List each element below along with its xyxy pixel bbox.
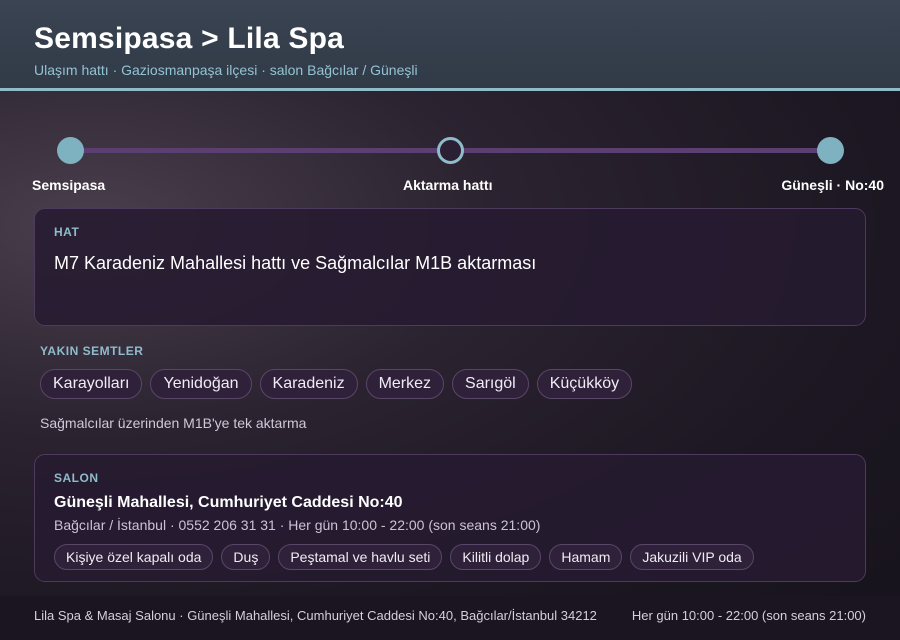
amenity-tag: Duş [221,544,271,570]
hat-kicker: HAT [54,225,80,239]
route-stop-transfer-dot [437,137,464,164]
amenity-list: Kişiye özel kapalı oda Duş Peştamal ve h… [54,544,754,570]
route-stop-start-label: Semsipasa [32,177,106,193]
district-chip[interactable]: Merkez [365,369,445,399]
page-title: Semsipasa > Lila Spa [34,22,344,55]
page-header: Semsipasa > Lila Spa Ulaşım hattı · Gazi… [0,0,900,91]
amenity-tag: Peştamal ve havlu seti [278,544,443,570]
amenity-tag: Kişiye özel kapalı oda [54,544,214,570]
footer-hours: Her gün 10:00 - 22:00 (son seans 21:00) [631,608,866,623]
amenity-tag: Hamam [549,544,623,570]
salon-address: Güneşli Mahallesi, Cumhuriyet Caddesi No… [54,494,403,511]
salon-card: SALON Güneşli Mahallesi, Cumhuriyet Cadd… [34,454,866,582]
page-subtitle: Ulaşım hattı · Gaziosmanpaşa ilçesi · sa… [34,62,418,78]
route-stop-end-label: Güneşli · No:40 [781,177,884,193]
district-chip[interactable]: Sarıgöl [452,369,529,399]
amenity-tag: Jakuzili VIP oda [630,544,754,570]
district-chip[interactable]: Karayolları [40,369,143,399]
footer-address: Lila Spa & Masaj Salonu · Güneşli Mahall… [34,608,597,623]
nearby-districts-title: YAKIN SEMTLER [40,344,144,358]
page-footer: Lila Spa & Masaj Salonu · Güneşli Mahall… [0,596,900,640]
route-stop-start-dot [57,137,84,164]
amenity-tag: Kilitli dolap [450,544,542,570]
nearby-districts-list: Karayolları Yenidoğan Karadeniz Merkez S… [40,369,633,399]
route-stop-end-dot [817,137,844,164]
district-chip[interactable]: Yenidoğan [150,369,252,399]
hat-card: HAT M7 Karadeniz Mahallesi hattı ve Sağm… [34,208,866,326]
hat-text: M7 Karadeniz Mahallesi hattı ve Sağmalcı… [54,253,537,273]
route-progress: Semsipasa Aktarma hattı Güneşli · No:40 [0,130,900,200]
transfer-note: Sağmalcılar üzerinden M1B'ye tek aktarma [40,415,307,431]
route-stop-transfer-label: Aktarma hattı [403,177,493,193]
salon-kicker: SALON [54,471,99,485]
district-chip[interactable]: Küçükköy [536,369,633,399]
district-chip[interactable]: Karadeniz [259,369,358,399]
salon-meta: Bağcılar / İstanbul · 0552 206 31 31 · H… [54,517,541,533]
